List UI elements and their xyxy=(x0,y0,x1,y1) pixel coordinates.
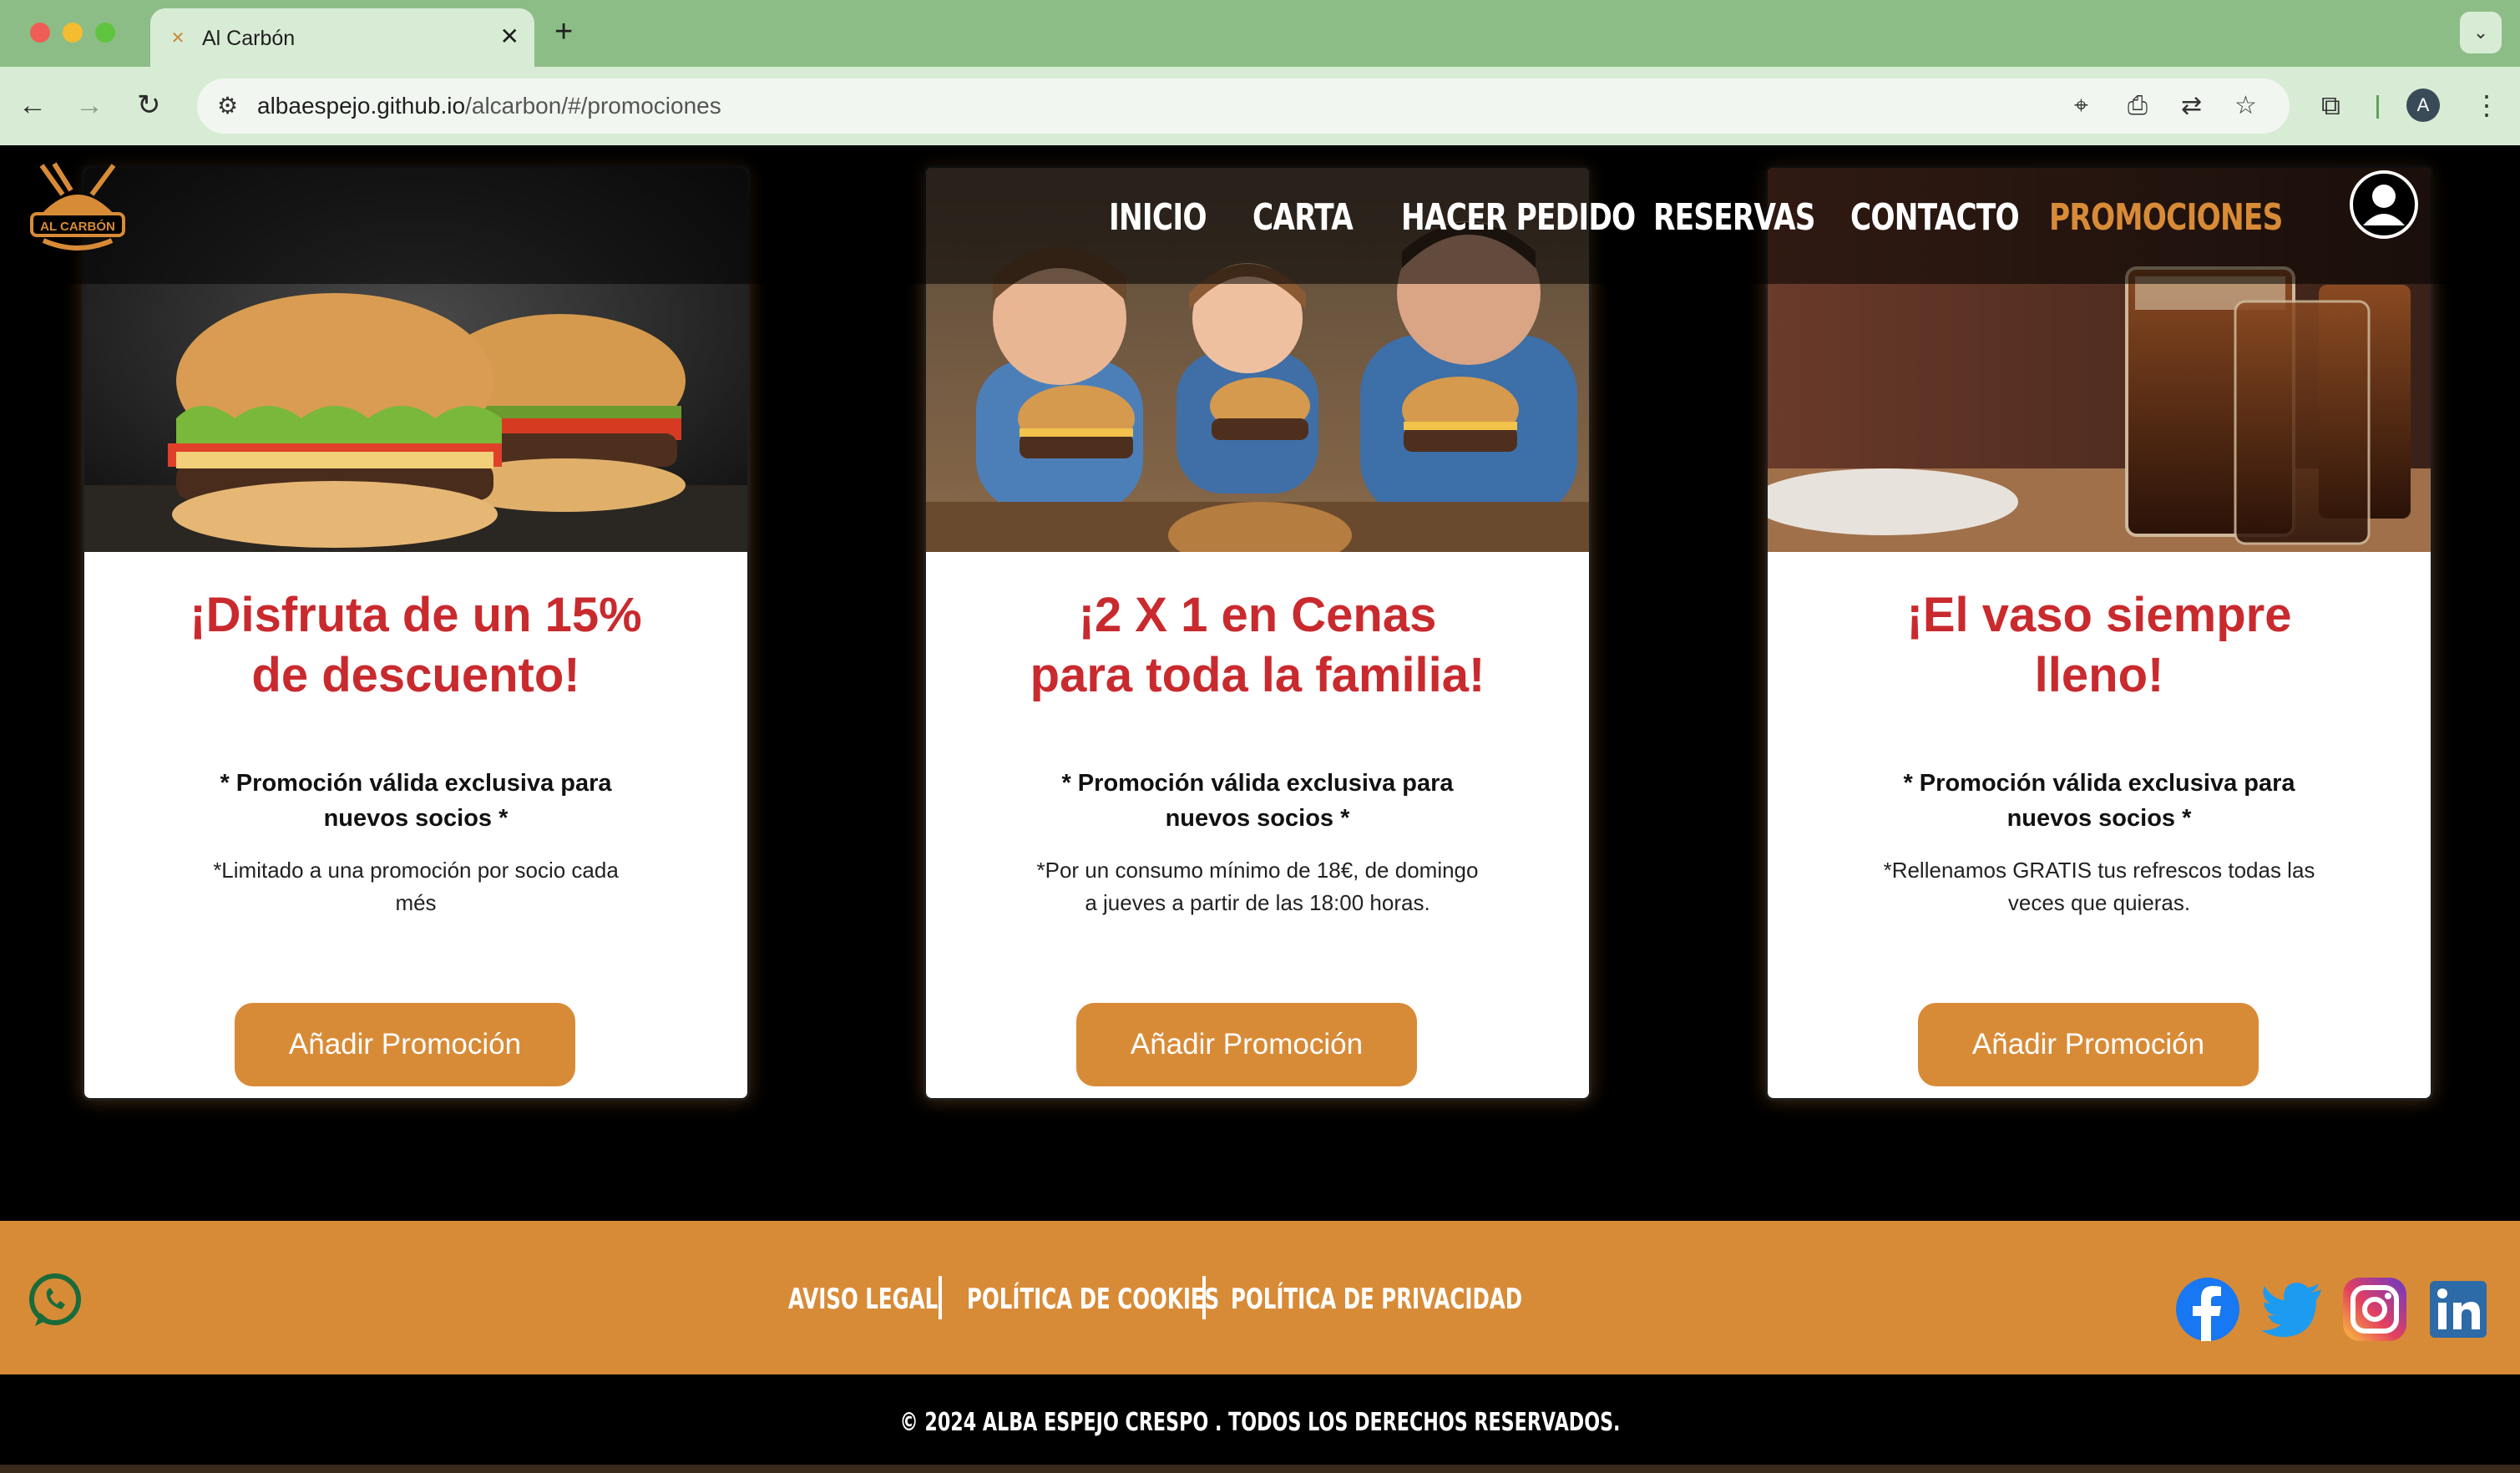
footer-link-aviso-legal[interactable]: AVISO LEGAL xyxy=(788,1281,938,1318)
promo-card-refill: ¡El vaso siempre lleno! * Promoción váli… xyxy=(1765,165,2433,1101)
promo-title: ¡Disfruta de un 15% de descuento! xyxy=(190,588,642,702)
add-promotion-button[interactable]: Añadir Promoción xyxy=(1918,1003,2259,1086)
footer-link-cookies[interactable]: POLÍTICA DE COOKIES xyxy=(967,1281,1219,1318)
site-settings-icon[interactable]: ⚙ xyxy=(217,92,238,120)
promo-condition: * Promoción válida exclusiva para nuevos… xyxy=(220,770,612,832)
footer-link-privacidad[interactable]: POLÍTICA DE PRIVACIDAD xyxy=(1231,1281,1522,1318)
add-promotion-button[interactable]: Añadir Promoción xyxy=(1076,1003,1417,1086)
linkedin-icon[interactable] xyxy=(2425,1276,2492,1343)
instagram-icon[interactable] xyxy=(2341,1276,2408,1343)
install-app-icon[interactable]: ⎙ xyxy=(2128,90,2148,122)
browser-toolbar: ← → ↻ ⚙ albaespejo.github.io/alcarbon/#/… xyxy=(0,67,2520,145)
maximize-window-button[interactable] xyxy=(95,23,115,43)
twitter-icon[interactable] xyxy=(2258,1276,2325,1343)
promo-condition: * Promoción válida exclusiva para nuevos… xyxy=(1903,770,2295,832)
nav-reservas[interactable]: RESERVAS xyxy=(1653,197,1816,239)
menu-kebab-icon[interactable]: ⋮ xyxy=(2473,85,2500,125)
add-promotion-button[interactable]: Añadir Promoción xyxy=(235,1003,575,1086)
background-strip xyxy=(0,1465,2520,1473)
site-header: AL CARBÓN INICIO CARTA HACER PEDIDO RESE… xyxy=(0,145,2520,284)
promo-title: ¡2 X 1 en Cenas para toda la familia! xyxy=(1030,588,1485,702)
nav-promociones[interactable]: PROMOCIONES xyxy=(2049,197,2283,239)
browser-tab[interactable]: ✕ Al Carbón ✕ xyxy=(150,8,534,67)
nav-inicio[interactable]: INICIO xyxy=(1109,197,1207,239)
nav-carta[interactable]: CARTA xyxy=(1252,197,1354,239)
extensions-icon[interactable]: ⧉ xyxy=(2321,85,2340,125)
reload-icon[interactable]: ↻ xyxy=(137,85,161,125)
bookmark-star-icon[interactable]: ☆ xyxy=(2234,90,2257,122)
toolbar-separator xyxy=(2376,95,2379,119)
user-account-icon[interactable] xyxy=(2350,170,2418,239)
site-logo[interactable]: AL CARBÓN xyxy=(25,157,130,257)
promo-note: *Rellenamos GRATIS tus refrescos todas l… xyxy=(1883,858,2315,915)
profile-avatar[interactable]: A xyxy=(2406,89,2440,122)
favicon-icon: ✕ xyxy=(170,29,185,48)
new-tab-button[interactable]: + xyxy=(554,15,573,48)
back-icon[interactable]: ← xyxy=(18,85,47,125)
tab-search-button[interactable]: ⌄ xyxy=(2460,12,2502,53)
minimize-window-button[interactable] xyxy=(63,23,83,43)
nav-hacer-pedido[interactable]: HACER PEDIDO xyxy=(1401,197,1636,239)
footer-separator xyxy=(1202,1276,1206,1319)
url-text[interactable]: albaespejo.github.io/alcarbon/#/promocio… xyxy=(257,92,721,120)
copyright-bar: © 2024 ALBA ESPEJO CRESPO . TODOS LOS DE… xyxy=(0,1374,2520,1473)
promo-note: *Limitado a una promoción por socio cada… xyxy=(213,858,619,915)
copyright-text: © 2024 ALBA ESPEJO CRESPO . TODOS LOS DE… xyxy=(899,1408,1621,1437)
nav-contacto[interactable]: CONTACTO xyxy=(1850,197,2020,239)
site-footer: AVISO LEGAL POLÍTICA DE COOKIES POLÍTICA… xyxy=(0,1221,2520,1374)
translate-icon[interactable]: ⇄ xyxy=(2181,90,2202,122)
tab-close-icon[interactable]: ✕ xyxy=(500,23,519,50)
facebook-icon[interactable] xyxy=(2174,1276,2241,1343)
promo-note: *Por un consumo mínimo de 18€, de doming… xyxy=(1036,858,1479,915)
forward-icon[interactable]: → xyxy=(75,85,104,125)
footer-separator xyxy=(939,1276,942,1319)
promo-title: ¡El vaso siempre lleno! xyxy=(1906,588,2292,702)
svg-text:AL CARBÓN: AL CARBÓN xyxy=(40,219,115,234)
close-window-button[interactable] xyxy=(30,23,50,43)
browser-tabbar: ✕ Al Carbón ✕ + ⌄ xyxy=(0,0,2520,67)
promo-condition: * Promoción válida exclusiva para nuevos… xyxy=(1061,770,1454,832)
whatsapp-icon[interactable] xyxy=(25,1271,85,1331)
promo-card-discount: ¡Disfruta de un 15% de descuento! * Prom… xyxy=(82,165,750,1101)
address-bar[interactable]: ⚙ albaespejo.github.io/alcarbon/#/promoc… xyxy=(197,78,2290,134)
tab-title: Al Carbón xyxy=(202,27,296,50)
page-content: ¡Disfruta de un 15% de descuento! * Prom… xyxy=(0,145,2520,1473)
location-icon[interactable]: ⌖ xyxy=(2074,90,2088,122)
promo-card-2x1: ¡2 X 1 en Cenas para toda la familia! * … xyxy=(923,165,1591,1101)
